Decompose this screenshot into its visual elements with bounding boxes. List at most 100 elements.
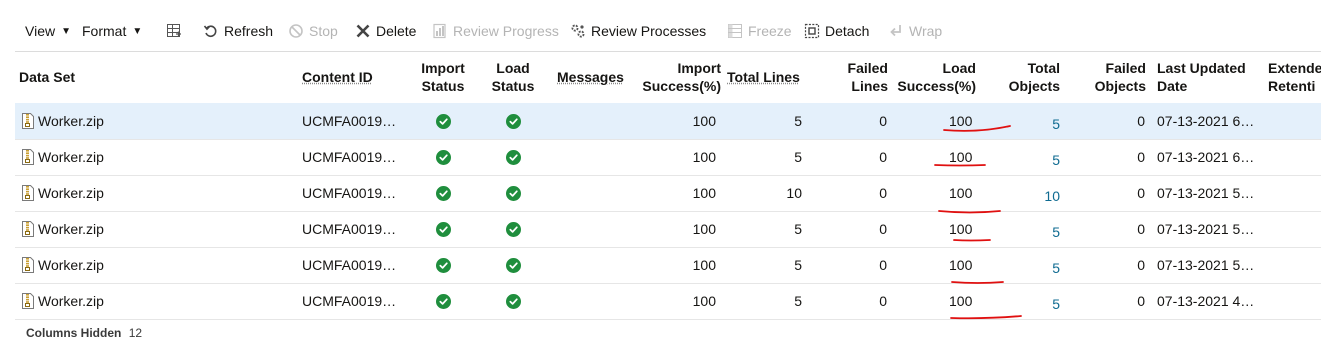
- delete-button[interactable]: Delete: [355, 14, 416, 48]
- cell-content-id: UCMFA0019…: [302, 185, 397, 201]
- cell-last-updated: 07-13-2021 6…: [1157, 113, 1255, 129]
- cell-load-status: [481, 283, 545, 319]
- cell-import-status: [409, 247, 477, 283]
- col-header-failed-objects[interactable]: Failed Objects: [1075, 52, 1146, 103]
- refresh-label: Refresh: [224, 23, 274, 39]
- cell-content-id: UCMFA0019…: [302, 293, 397, 309]
- columns-hidden-label: Columns Hidden: [26, 326, 122, 340]
- data-set-name: Worker.zip: [38, 149, 104, 165]
- cell-data-set[interactable]: Worker.zip: [21, 139, 141, 175]
- cell-last-updated: 07-13-2021 5…: [1157, 185, 1255, 201]
- cell-import-status: [409, 103, 477, 139]
- cell-total-lines: 5: [794, 257, 802, 273]
- zip-file-icon: [21, 221, 35, 237]
- cell-total-objects[interactable]: 10: [1005, 175, 1060, 214]
- cell-total-objects[interactable]: 5: [1005, 211, 1060, 250]
- freeze-button[interactable]: Freeze: [727, 14, 792, 48]
- cell-messages: [557, 283, 637, 319]
- refresh-button[interactable]: Refresh: [203, 14, 273, 48]
- cell-load-status: [481, 211, 545, 247]
- table-row[interactable]: Worker.zip UCMFA0019… 100 5 0 100 5 0 07…: [15, 139, 1321, 176]
- cell-total-lines: 5: [794, 221, 802, 237]
- cell-total-objects[interactable]: 5: [1005, 283, 1060, 322]
- col-header-messages[interactable]: Messages: [557, 52, 637, 103]
- cell-import-success: 100: [692, 293, 716, 309]
- col-header-import-status[interactable]: Import Status: [409, 52, 477, 103]
- cell-total-objects[interactable]: 5: [1005, 139, 1060, 178]
- cell-load-status: [481, 103, 545, 139]
- col-header-failed-lines[interactable]: Failed Lines: [825, 52, 888, 103]
- col-header-data-set[interactable]: Data Set: [19, 52, 139, 103]
- stop-label: Stop: [309, 23, 338, 39]
- col-header-load-status[interactable]: Load Status: [481, 52, 545, 103]
- wrap-icon: [888, 23, 904, 39]
- freeze-icon: [727, 23, 743, 39]
- table-row[interactable]: Worker.zip UCMFA0019… 100 5 0 100 5 0 07…: [15, 211, 1321, 248]
- cell-total-lines: 5: [794, 293, 802, 309]
- cell-data-set[interactable]: Worker.zip: [21, 247, 141, 283]
- cell-failed-lines: 0: [879, 185, 887, 201]
- review-progress-icon: [432, 23, 448, 39]
- check-circle-icon: [505, 149, 521, 165]
- cell-import-success: 100: [692, 149, 716, 165]
- data-set-name: Worker.zip: [38, 293, 104, 309]
- format-menu[interactable]: Format ▼: [82, 14, 142, 48]
- wrap-button[interactable]: Wrap: [888, 14, 942, 48]
- columns-hidden-footer: Columns Hidden 12: [26, 326, 142, 340]
- cell-messages: [557, 175, 637, 211]
- cell-total-objects[interactable]: 5: [1005, 247, 1060, 286]
- cell-messages: [557, 247, 637, 283]
- cell-load-success: 100: [949, 149, 973, 165]
- cell-content-id: UCMFA0019…: [302, 113, 397, 129]
- cell-import-success: 100: [692, 221, 716, 237]
- cell-load-success: 100: [949, 113, 973, 129]
- col-header-import-success[interactable]: Import Success(%): [635, 52, 721, 103]
- table-row[interactable]: Worker.zip UCMFA0019… 100 5 0 100 5 0 07…: [15, 283, 1321, 320]
- cell-import-status: [409, 283, 477, 319]
- table-row[interactable]: Worker.zip UCMFA0019… 100 10 0 100 10 0 …: [15, 175, 1321, 212]
- table-row[interactable]: Worker.zip UCMFA0019… 100 5 0 100 5 0 07…: [15, 247, 1321, 284]
- stop-button[interactable]: Stop: [288, 14, 338, 48]
- detach-button[interactable]: Detach: [804, 14, 869, 48]
- cell-last-updated: 07-13-2021 6…: [1157, 149, 1255, 165]
- detach-icon: [804, 23, 820, 39]
- cell-data-set[interactable]: Worker.zip: [21, 283, 141, 319]
- view-menu[interactable]: View ▼: [25, 14, 71, 48]
- col-header-total-lines[interactable]: Total Lines: [727, 52, 805, 103]
- wrap-label: Wrap: [909, 23, 943, 39]
- review-progress-button[interactable]: Review Progress: [432, 14, 559, 48]
- table-row[interactable]: Worker.zip UCMFA0019… 100 5 0 100 5 0 07…: [15, 103, 1321, 140]
- cell-data-set[interactable]: Worker.zip: [21, 103, 141, 139]
- cell-content-id: UCMFA0019…: [302, 221, 397, 237]
- col-header-total-objects[interactable]: Total Objects: [985, 52, 1060, 103]
- col-header-content-id[interactable]: Content ID: [302, 52, 402, 103]
- check-circle-icon: [505, 293, 521, 309]
- table-header: Data Set Content ID Import Status Load Sta…: [15, 51, 1321, 104]
- cell-load-success: 100: [949, 221, 973, 237]
- cell-data-set[interactable]: Worker.zip: [21, 175, 141, 211]
- cell-messages: [557, 139, 637, 175]
- cell-failed-objects: 0: [1137, 149, 1145, 165]
- cell-failed-lines: 0: [879, 149, 887, 165]
- cell-failed-lines: 0: [879, 257, 887, 273]
- cell-messages: [557, 103, 637, 139]
- columns-icon: [166, 23, 182, 39]
- cell-total-objects[interactable]: 5: [1005, 103, 1060, 142]
- delete-x-icon: [355, 23, 371, 39]
- cell-load-status: [481, 247, 545, 283]
- check-circle-icon: [505, 185, 521, 201]
- cell-total-lines: 5: [794, 149, 802, 165]
- cell-load-status: [481, 139, 545, 175]
- review-processes-label: Review Processes: [591, 23, 707, 39]
- col-header-extended-retention[interactable]: Extende Retenti: [1268, 52, 1321, 103]
- freeze-label: Freeze: [748, 23, 792, 39]
- refresh-icon: [203, 23, 219, 39]
- cell-data-set[interactable]: Worker.zip: [21, 211, 141, 247]
- col-header-load-success[interactable]: Load Success(%): [890, 52, 976, 103]
- columns-button[interactable]: [166, 14, 187, 48]
- col-header-last-updated[interactable]: Last Updated Date: [1157, 52, 1263, 103]
- cell-failed-lines: 0: [879, 113, 887, 129]
- review-processes-button[interactable]: Review Processes: [570, 14, 706, 48]
- check-circle-icon: [435, 113, 451, 129]
- stop-icon: [288, 23, 304, 39]
